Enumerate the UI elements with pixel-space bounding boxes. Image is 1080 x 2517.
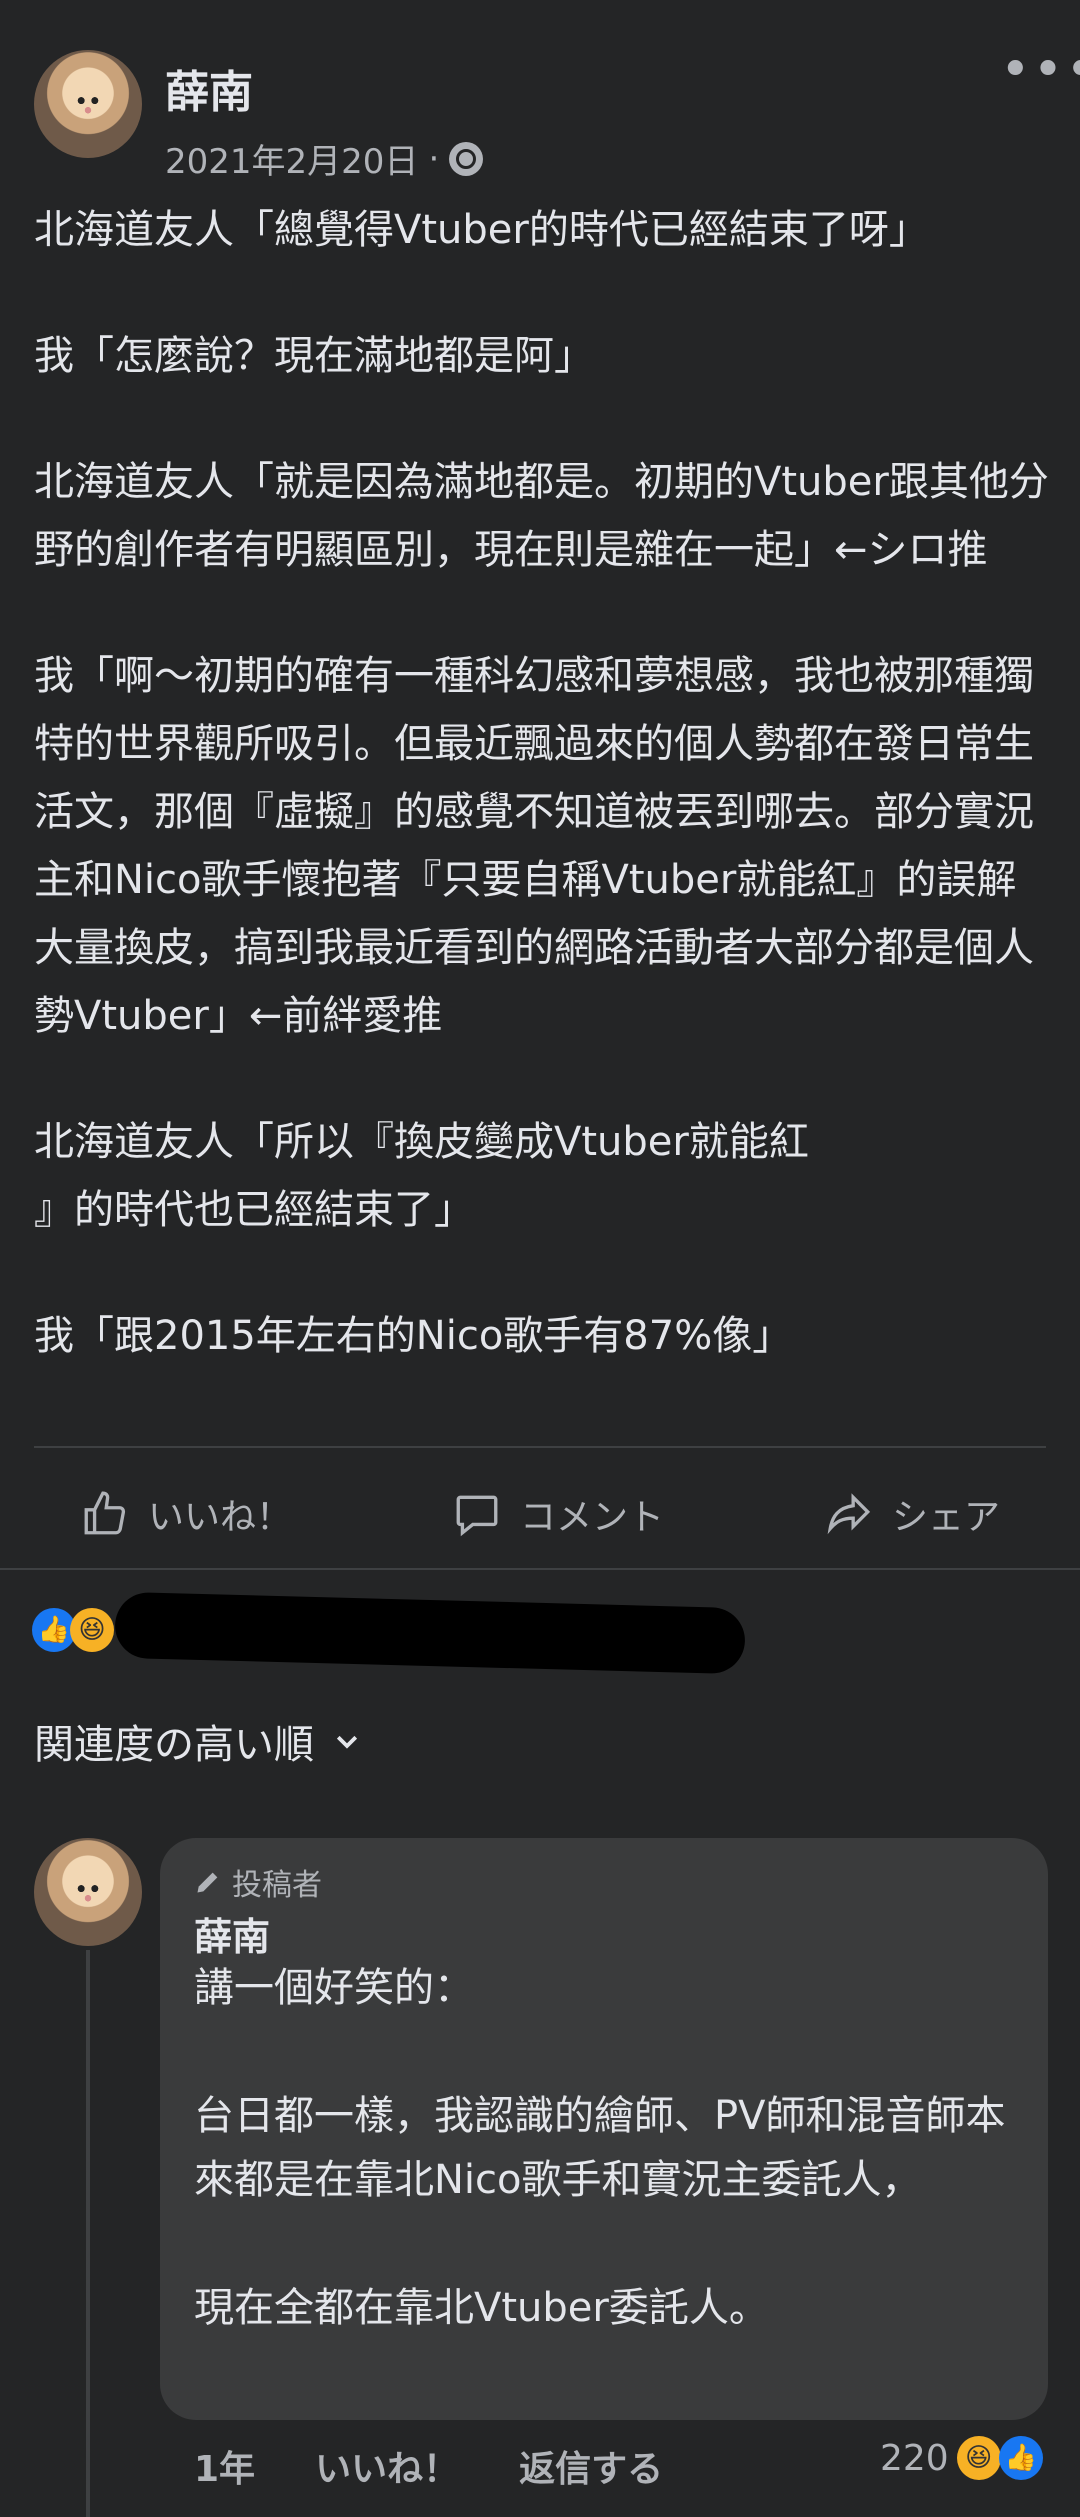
- thread-line: [86, 1950, 90, 2517]
- comment-reaction-count: 220: [880, 2437, 949, 2479]
- share-button[interactable]: シェア: [824, 1488, 1000, 1540]
- redacted-names: [114, 1591, 746, 1675]
- sort-label: 関連度の高い順: [34, 1722, 314, 1768]
- comment-label: コメント: [519, 1497, 664, 1538]
- comment-reactions[interactable]: 220 😆 👍: [880, 2436, 1043, 2480]
- comment-footer: 1年 いいね！ 返信する: [194, 2440, 663, 2492]
- haha-reaction-icon: 😆: [956, 2436, 1001, 2480]
- like-button[interactable]: いいね！: [80, 1488, 292, 1540]
- commenter-name[interactable]: 薛南: [194, 1906, 270, 1961]
- post-paragraph: 北海道友人「總覺得Vtuber的時代已經結束了呀」: [34, 207, 929, 253]
- comment-paragraph: 講一個好笑的：: [194, 1965, 474, 2011]
- comment-bubble: 投稿者 薛南 講一個好笑的： 台日都一樣，我認識的繪師、PV師和混音師本來都是在…: [160, 1838, 1048, 2420]
- post-paragraph: 北海道友人「就是因為滿地都是。初期的Vtuber跟其他分野的創作者有明顯區別，現…: [34, 459, 1049, 573]
- author-avatar[interactable]: [34, 50, 142, 158]
- post-paragraph: 我「跟2015年左右的Nico歌手有87%像」: [34, 1313, 793, 1359]
- comment-button[interactable]: コメント: [452, 1488, 664, 1540]
- post-paragraph: 我「怎麼說？現在滿地都是阿」: [34, 333, 594, 379]
- comment-sort-dropdown[interactable]: 関連度の高い順: [34, 1712, 362, 1770]
- commenter-avatar[interactable]: [34, 1838, 142, 1946]
- comment-text: 講一個好笑的： 台日都一樣，我認識的繪師、PV師和混音師本來都是在靠北Nico歌…: [194, 1956, 1014, 2404]
- haha-reaction-icon: 😆: [70, 1608, 114, 1652]
- post-paragraph: 北海道友人「所以『換皮變成Vtuber就能紅 』的時代也已經結束了」: [34, 1119, 809, 1233]
- comment-paragraph: 現在全都在靠北Vtuber委託人。: [194, 2285, 769, 2331]
- pencil-icon: [197, 1872, 218, 1893]
- action-divider-top: [34, 1446, 1046, 1448]
- speech-bubble-icon: [456, 1495, 498, 1537]
- thumbs-up-icon: [84, 1491, 126, 1535]
- chevron-down-icon: [336, 1735, 358, 1749]
- post-action-bar: いいね！ コメント シェア: [0, 1470, 1080, 1558]
- post-date[interactable]: 2021年2月20日: [165, 134, 418, 183]
- globe-icon: [449, 141, 484, 176]
- comment-like-button[interactable]: いいね！: [315, 2440, 459, 2492]
- like-label: いいね！: [147, 1497, 292, 1538]
- post-meta: 2021年2月20日 ·: [165, 134, 484, 183]
- comment-paragraph: 台日都一樣，我認識的繪師、PV師和混音師本來都是在靠北Nico歌手和實況主委託人…: [194, 2093, 1006, 2203]
- share-label: シェア: [891, 1497, 1000, 1538]
- author-badge-label: 投稿者: [232, 1868, 322, 1903]
- more-options-icon[interactable]: •••: [1000, 44, 1080, 96]
- reaction-summary[interactable]: 👍 😆: [32, 1608, 114, 1652]
- comment-time[interactable]: 1年: [194, 2440, 255, 2492]
- post-body: 北海道友人「總覺得Vtuber的時代已經結束了呀」 我「怎麼說？現在滿地都是阿」…: [34, 196, 1054, 1428]
- like-reaction-icon: 👍: [998, 2436, 1043, 2480]
- comment-reply-button[interactable]: 返信する: [519, 2440, 663, 2492]
- share-arrow-icon: [827, 1493, 871, 1535]
- author-name[interactable]: 薛南: [165, 56, 253, 120]
- meta-separator: ·: [428, 138, 440, 179]
- post-paragraph: 我「啊～初期的確有一種科幻感和夢想感，我也被那種獨特的世界觀所吸引。但最近飄過來…: [34, 653, 1034, 1039]
- action-divider-bottom: [0, 1568, 1080, 1570]
- author-badge: 投稿者: [194, 1860, 322, 1904]
